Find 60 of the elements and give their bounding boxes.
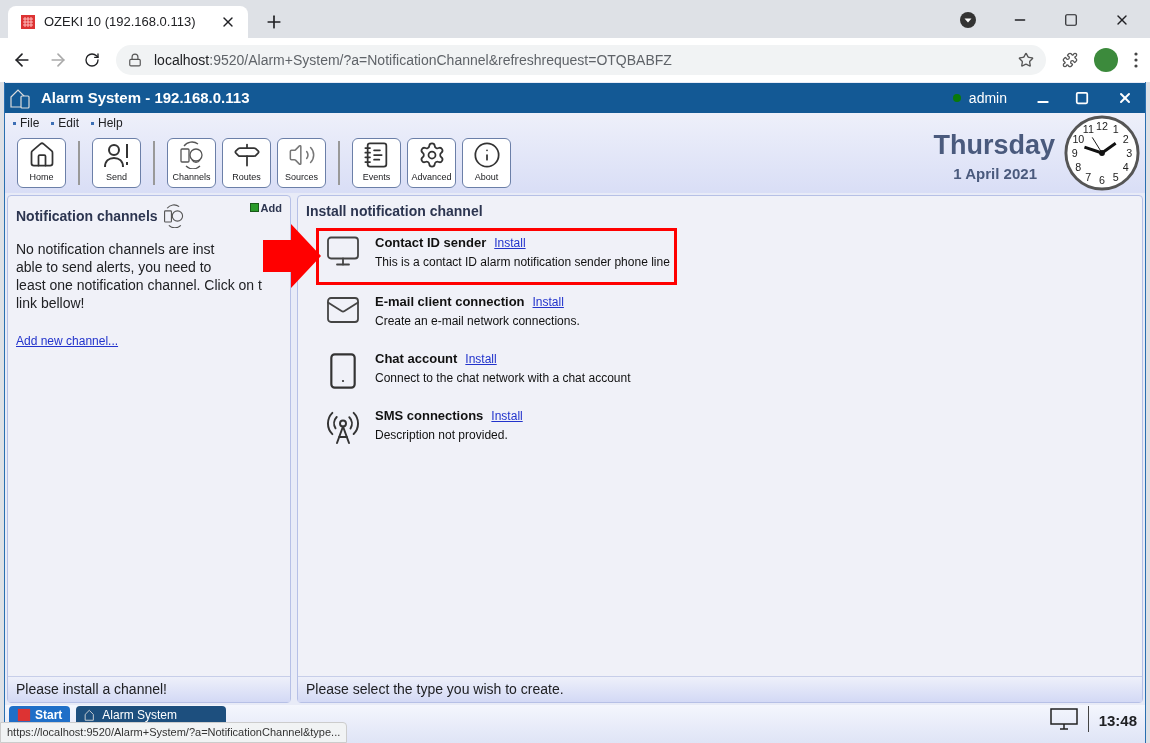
toolbar-button[interactable]: Channels (167, 138, 216, 188)
bookmark-icon[interactable] (1018, 52, 1034, 68)
monitor-icon[interactable] (1049, 707, 1078, 731)
toolbar-button[interactable]: About (462, 138, 511, 188)
phone-headset-icon (177, 141, 206, 170)
toolbar-button[interactable]: Home (17, 138, 66, 188)
channel-description: Description not provided. (375, 426, 509, 444)
status-url-tooltip: https://localhost:9520/Alarm+System/?a=NotificationChannel&type... (0, 722, 348, 743)
person-alert-icon (102, 141, 131, 170)
add-link[interactable]: Add (249, 200, 282, 217)
channel-title: Chat account (375, 350, 458, 368)
panel-title: Notification channels (16, 207, 158, 226)
date: 1 April 2021 (953, 163, 1037, 184)
message-line: link bellow! (16, 294, 86, 312)
toolbar-button[interactable]: Routes (222, 138, 271, 188)
user-name: admin (968, 88, 1007, 108)
app-title: Alarm System - 192.168.0.113 (41, 87, 250, 108)
phone-headset-icon (161, 204, 186, 228)
panel-footer: Please select the type you wish to create. (298, 676, 1142, 702)
menu-item[interactable]: File (13, 114, 40, 132)
channel-description: This is a contact ID alarm notification sender phone line (375, 253, 670, 271)
install-link[interactable]: Install (465, 350, 497, 368)
info-icon (472, 141, 501, 170)
install-link[interactable]: Install (494, 234, 526, 252)
menu-item[interactable]: Help (91, 114, 123, 132)
menu-item[interactable]: Edit (51, 114, 80, 132)
message-line: least one notification channel. Click on t (16, 276, 263, 294)
toolbar-button[interactable]: Send (92, 138, 141, 188)
channel-title: Contact ID sender (375, 234, 487, 252)
reload-icon[interactable] (84, 52, 100, 68)
lock-icon (128, 53, 142, 67)
url-text: localhost:9520/Alarm+System/?a=NotificationChannel&refreshrequest=OTQBABFZ (154, 50, 672, 70)
profile-avatar[interactable] (1094, 48, 1118, 72)
channel-description: Connect to the chat network with a chat account (375, 369, 631, 387)
message-line: No notification channels are inst (16, 240, 216, 258)
panel-title: Install notification channel (305, 202, 484, 221)
channel-title: SMS connections (375, 407, 484, 425)
toolbar-button[interactable]: Advanced (407, 138, 456, 188)
channel-description: Create an e-mail network connections. (375, 312, 580, 330)
app-logo-icon (17, 708, 31, 722)
address-field[interactable]: localhost:9520/Alarm+System/?a=NotificationChannel&refreshrequest=OTQBABFZ (116, 45, 1046, 75)
maximize-icon[interactable] (1064, 13, 1078, 27)
toolbar-button[interactable]: Events (352, 138, 401, 188)
close-icon[interactable] (1117, 90, 1133, 106)
app-logo-icon (20, 14, 36, 30)
analog-clock: 11 12 1 10 2 9 3 8 4 7 6 5 (1063, 114, 1141, 192)
toolbar-button[interactable]: Sources (277, 138, 326, 188)
weekday: Thursday (933, 128, 1055, 162)
clock-time: 13:48 (1098, 711, 1137, 731)
install-link[interactable]: Install (532, 293, 564, 311)
message-line: able to send alerts, you need to (16, 258, 213, 276)
dropdown-icon[interactable] (960, 12, 976, 28)
more-icon[interactable] (1134, 52, 1138, 68)
tab-title: OZEKI 10 (192.168.0.113) (44, 13, 197, 32)
install-link[interactable]: Install (491, 407, 523, 425)
channel-title: E-mail client connection (375, 293, 525, 311)
browser-tab[interactable]: OZEKI 10 (192.168.0.113) (8, 6, 248, 38)
extensions-icon[interactable] (1062, 52, 1078, 68)
add-channel-link[interactable]: Add new channel... (8, 332, 290, 350)
panel-footer: Please install a channel! (8, 676, 290, 702)
